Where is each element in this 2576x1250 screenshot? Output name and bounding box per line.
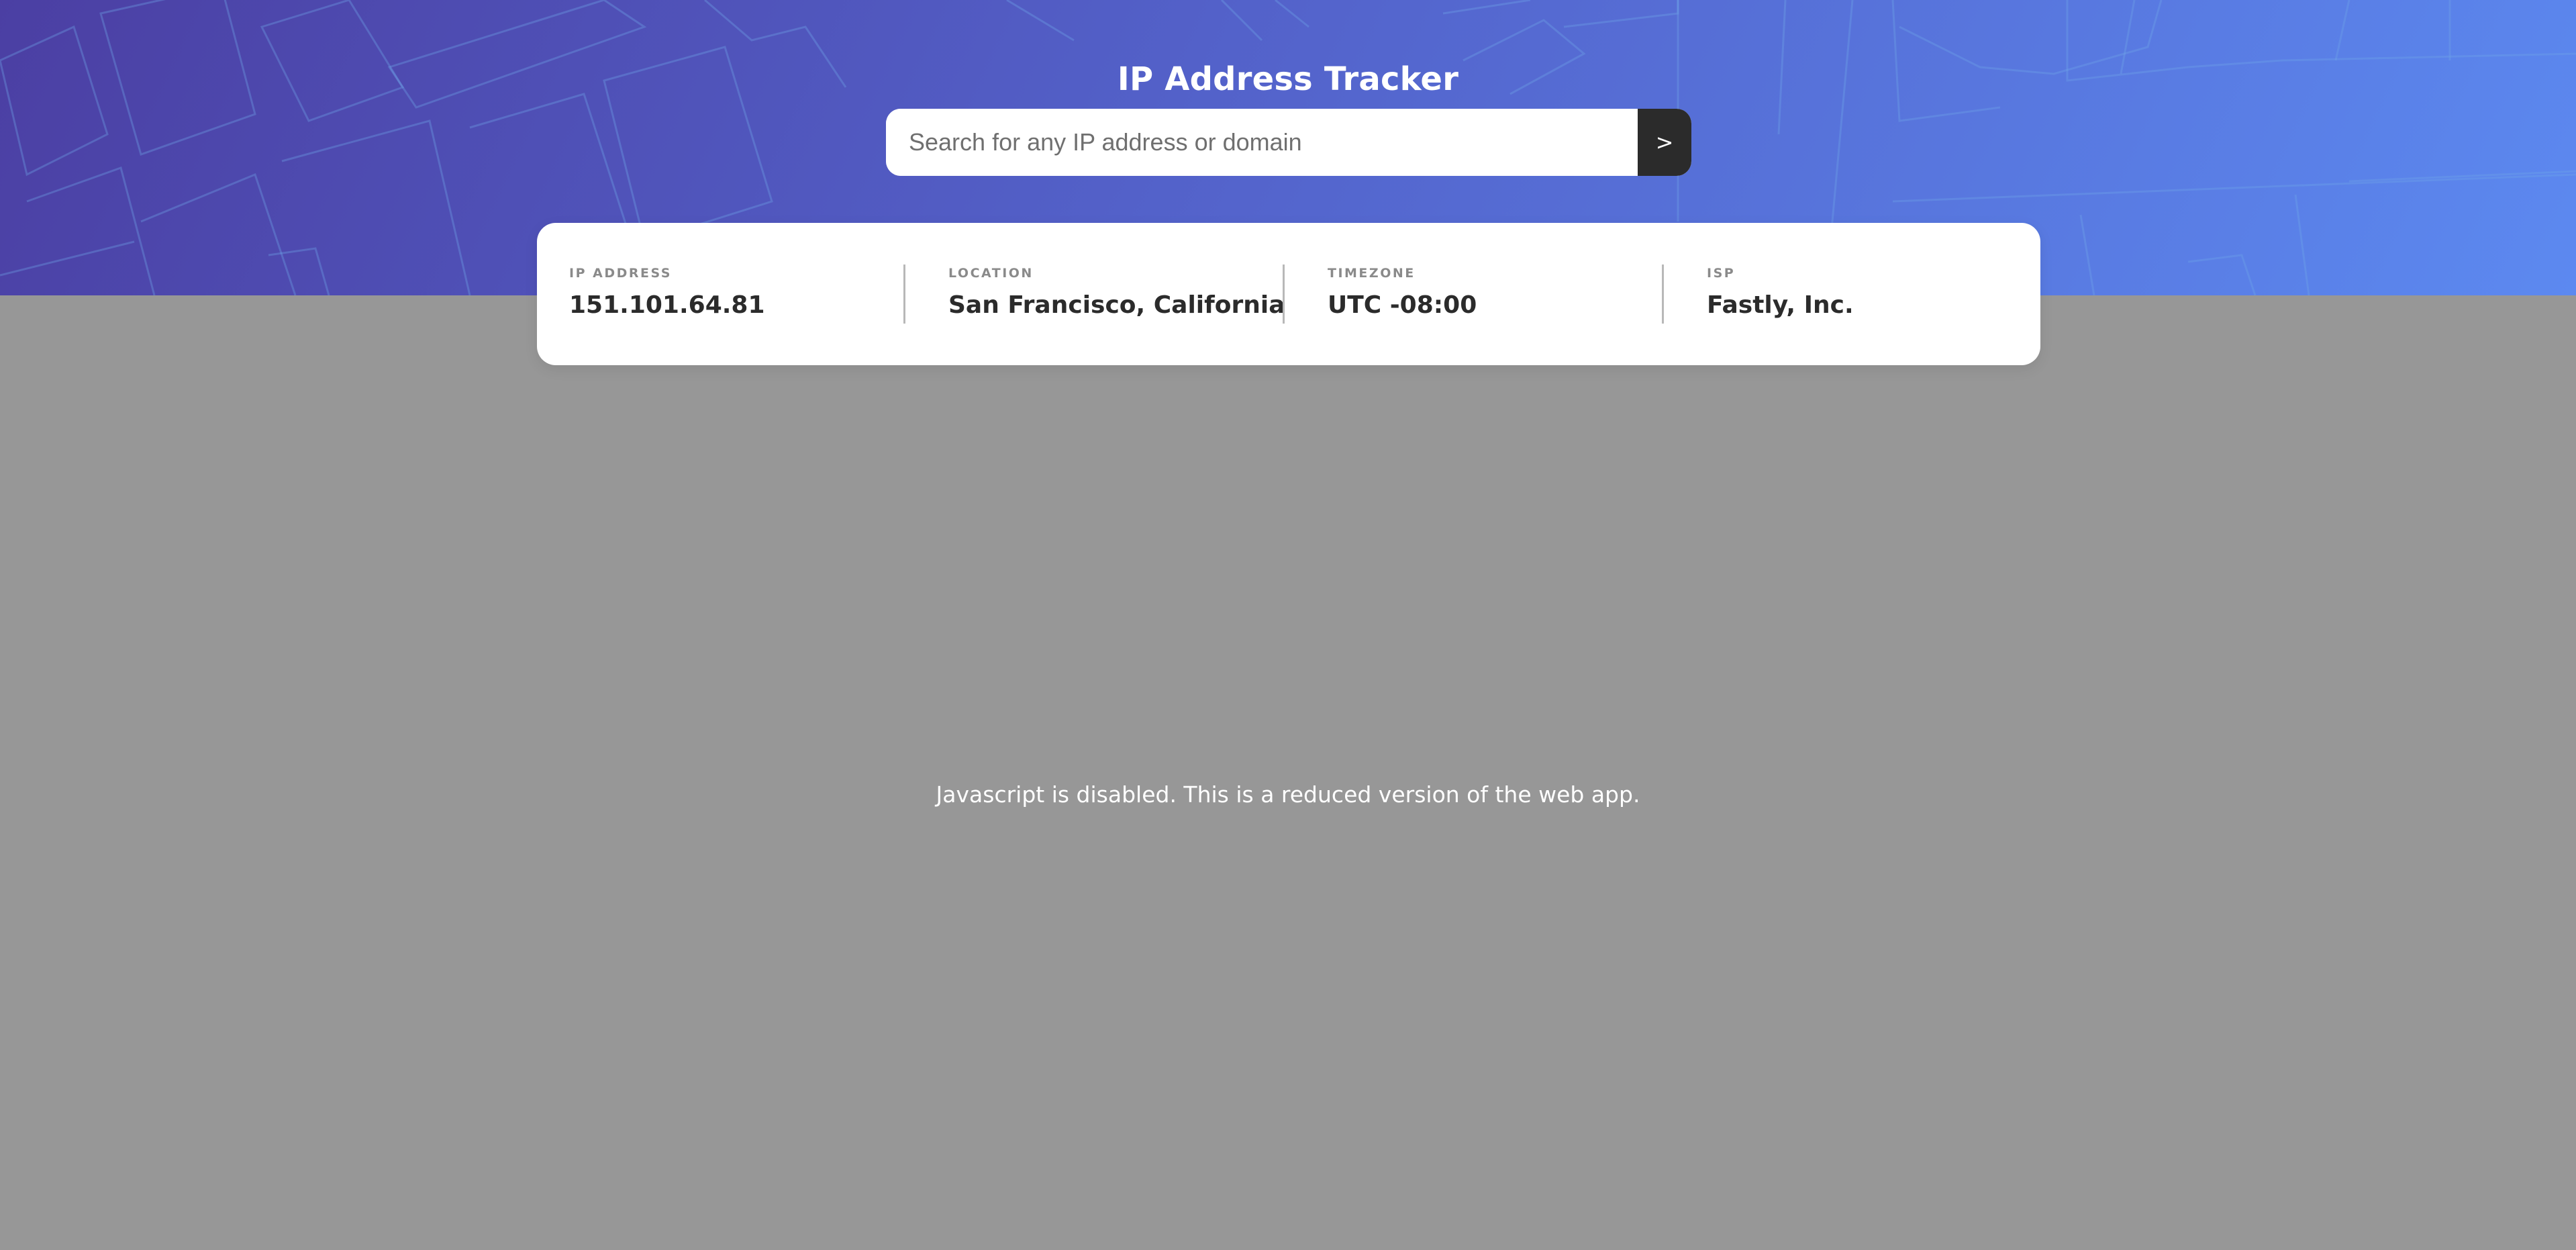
info-label: ISP <box>1707 266 1736 281</box>
app-root: IP Address Tracker > IP ADDRESS 151.101.… <box>0 0 2576 1250</box>
ip-info-card: IP ADDRESS 151.101.64.81 LOCATION San Fr… <box>537 223 2040 365</box>
info-location: LOCATION San Francisco, California <box>916 223 1295 365</box>
info-divider <box>1662 265 1664 324</box>
info-divider <box>1283 265 1285 324</box>
info-value: San Francisco, California <box>948 291 1285 319</box>
info-label: TIMEZONE <box>1328 266 1416 281</box>
info-isp: ISP Fastly, Inc. <box>1675 223 2054 365</box>
info-label: LOCATION <box>948 266 1034 281</box>
info-value: UTC -08:00 <box>1328 291 1477 319</box>
info-timezone: TIMEZONE UTC -08:00 <box>1295 223 1675 365</box>
search-input[interactable] <box>886 109 1638 176</box>
search-submit-button[interactable]: > <box>1638 109 1691 176</box>
info-value: 151.101.64.81 <box>569 291 765 319</box>
info-ip-address: IP ADDRESS 151.101.64.81 <box>537 223 916 365</box>
info-label: IP ADDRESS <box>569 266 672 281</box>
page-title: IP Address Tracker <box>1117 60 1459 99</box>
info-value: Fastly, Inc. <box>1707 291 1854 319</box>
search-form: > <box>886 109 1691 176</box>
info-divider <box>903 265 905 324</box>
javascript-disabled-notice: Javascript is disabled. This is a reduce… <box>936 781 1640 808</box>
